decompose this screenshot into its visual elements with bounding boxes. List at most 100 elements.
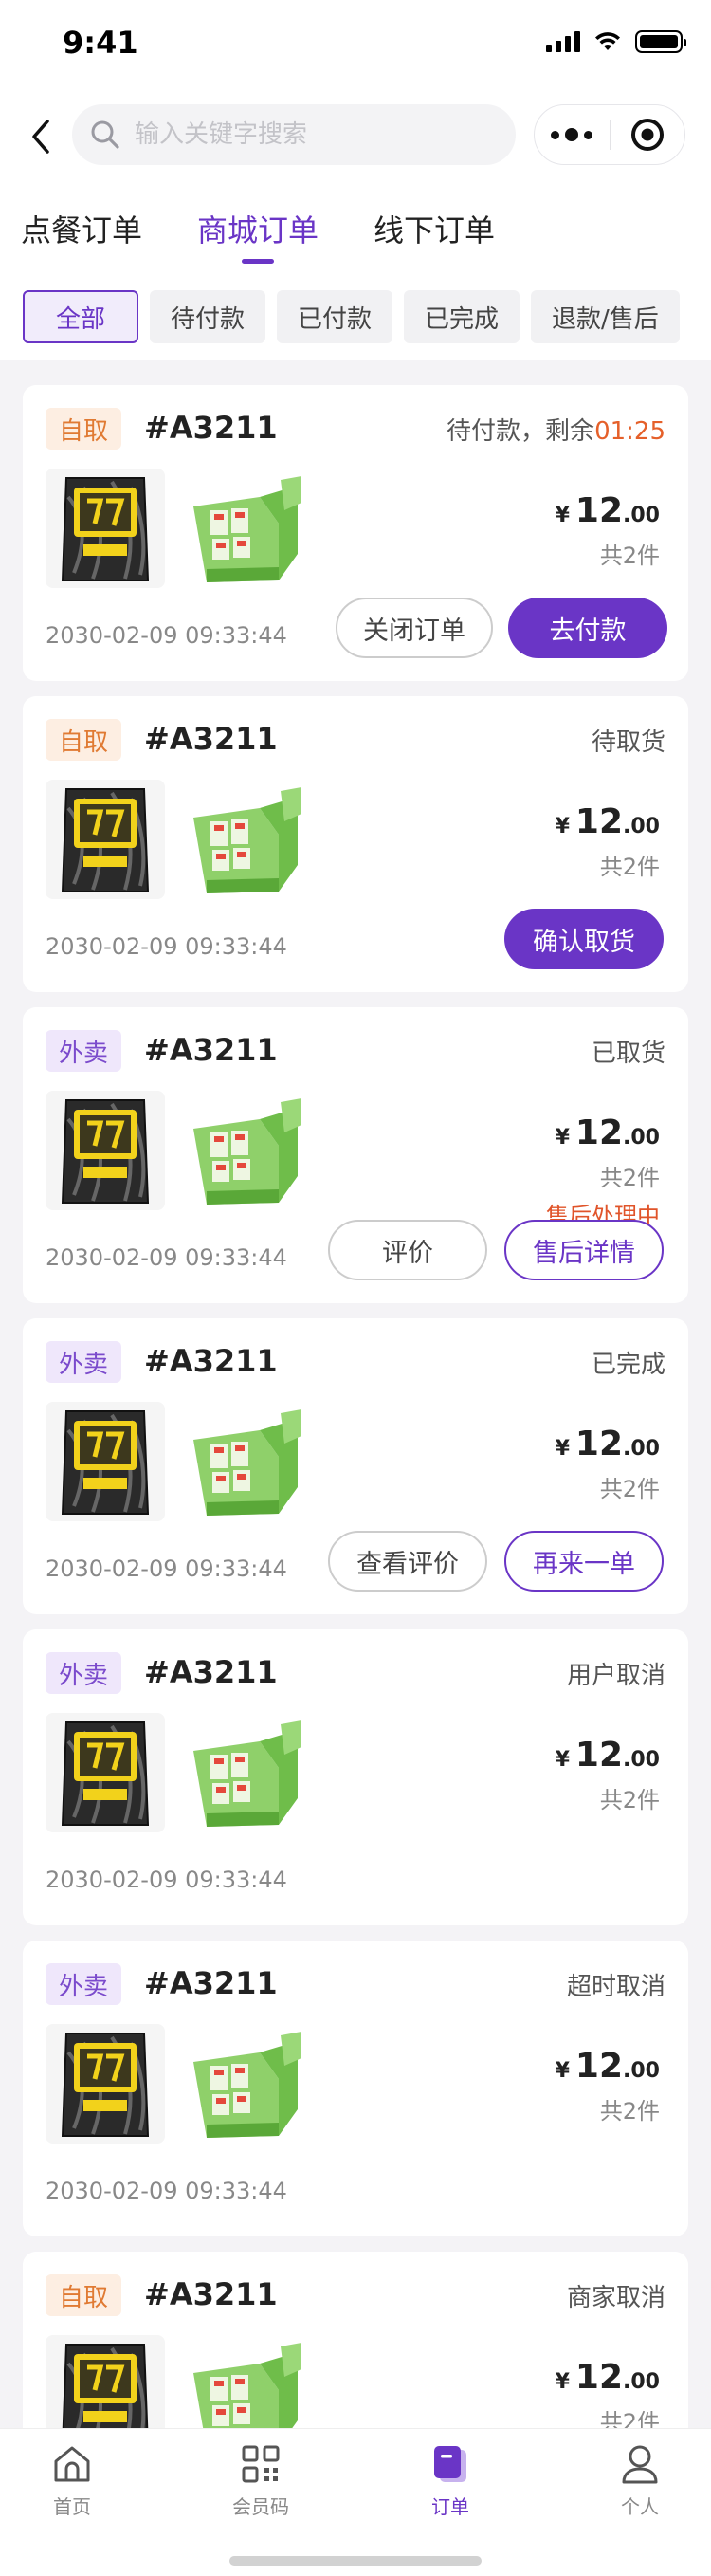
price-decimal: .00	[623, 815, 660, 838]
dot-icon	[551, 130, 560, 139]
price-integer: 12	[574, 2358, 624, 2397]
order-status: 超时取消	[567, 1967, 665, 2002]
user-icon	[622, 2445, 658, 2484]
back-button[interactable]	[25, 118, 59, 156]
price-integer: 12	[574, 802, 624, 841]
order-price: ¥12.00	[556, 1736, 660, 1775]
product-image-box[interactable]	[186, 1091, 305, 1210]
order-card[interactable]: 自取 #A3211 待取货 ¥12.00 共2件 2030-02-09 09:33:44 确…	[23, 696, 688, 992]
item-count: 共2件	[599, 543, 660, 569]
item-count: 共2件	[599, 1787, 660, 1813]
currency-symbol: ¥	[555, 2059, 570, 2083]
order-price: ¥12.00	[556, 2047, 660, 2086]
filter-all[interactable]: 全部	[23, 290, 138, 343]
signal-icon	[546, 31, 580, 52]
order-status: 待付款，剩余01:25	[447, 412, 665, 447]
tabbar-label: 个人	[621, 2495, 659, 2518]
order-card[interactable]: 自取 #A3211 待付款，剩余01:25 ¥12.00 共2件 2030-02-09 0…	[23, 385, 688, 681]
item-count: 共2件	[599, 1476, 660, 1502]
order-number: #A3211	[144, 410, 278, 446]
status-bar: 9:41	[0, 0, 711, 85]
aftersale-detail-button[interactable]: 售后详情	[504, 1220, 664, 1280]
product-thumbnails	[46, 2024, 305, 2144]
search-bar[interactable]	[72, 104, 516, 165]
product-thumbnails	[46, 469, 305, 588]
product-image-box[interactable]	[186, 1713, 305, 1832]
price-integer: 12	[574, 1736, 624, 1775]
tabbar-home[interactable]: 首页	[15, 2442, 129, 2519]
price-decimal: .00	[623, 1748, 660, 1772]
close-miniprogram-button[interactable]	[611, 104, 685, 165]
chevron-left-icon	[32, 120, 49, 154]
product-image-seeds[interactable]	[46, 1402, 165, 1521]
tab-dining-orders[interactable]: 点餐订单	[21, 207, 142, 264]
product-image-seeds[interactable]	[46, 2024, 165, 2144]
item-count: 共2件	[599, 1165, 660, 1191]
tab-mall-orders[interactable]: 商城订单	[197, 207, 319, 264]
pay-now-button[interactable]: 去付款	[508, 598, 667, 658]
order-type-badge: 自取	[46, 408, 122, 450]
view-review-button[interactable]: 查看评价	[328, 1531, 487, 1592]
filter-refund-aftersale[interactable]: 退款/售后	[531, 290, 680, 343]
order-card[interactable]: 外卖 #A3211 用户取消 ¥12.00 共2件 2030-02-09 09:33:44	[23, 1629, 688, 1925]
home-indicator	[229, 2556, 482, 2566]
product-image-seeds[interactable]	[46, 1091, 165, 1210]
qrcode-icon	[242, 2445, 280, 2483]
tabbar-label: 订单	[431, 2495, 469, 2518]
product-image-box[interactable]	[186, 2024, 305, 2144]
product-thumbnails	[46, 780, 305, 899]
order-number: #A3211	[144, 2276, 278, 2312]
order-card[interactable]: 外卖 #A3211 已完成 ¥12.00 共2件 2030-02-09 09:33:44 查…	[23, 1318, 688, 1614]
more-button[interactable]	[535, 104, 610, 165]
tabbar-orders[interactable]: 订单	[393, 2442, 507, 2519]
order-number: #A3211	[144, 1032, 278, 1068]
item-count: 共2件	[599, 2098, 660, 2125]
order-type-badge: 外卖	[46, 1652, 122, 1694]
order-card[interactable]: 外卖 #A3211 超时取消 ¥12.00 共2件 2030-02-09 09:33:44	[23, 1941, 688, 2236]
product-image-seeds[interactable]	[46, 1713, 165, 1832]
currency-symbol: ¥	[555, 2370, 570, 2394]
close-order-button[interactable]: 关闭订单	[336, 598, 493, 658]
reorder-button[interactable]: 再来一单	[504, 1531, 664, 1592]
order-number: #A3211	[144, 1343, 278, 1379]
product-image-seeds[interactable]	[46, 780, 165, 899]
confirm-pickup-button[interactable]: 确认取货	[504, 909, 664, 969]
filter-pending-payment[interactable]: 待付款	[150, 290, 266, 343]
product-thumbnails	[46, 1402, 305, 1521]
order-number: #A3211	[144, 721, 278, 757]
miniprogram-capsule	[534, 104, 685, 165]
order-number: #A3211	[144, 1965, 278, 2001]
price-decimal: .00	[623, 2370, 660, 2394]
order-status: 商家取消	[567, 2278, 665, 2313]
order-status-text: 商家取消	[566, 2284, 665, 2312]
order-date: 2030-02-09 09:33:44	[46, 933, 287, 960]
wifi-icon	[595, 32, 620, 50]
order-date: 2030-02-09 09:33:44	[46, 2178, 287, 2204]
order-date: 2030-02-09 09:33:44	[46, 1867, 287, 1893]
product-image-box[interactable]	[186, 469, 305, 588]
tabbar-label: 首页	[53, 2495, 91, 2518]
search-input[interactable]	[135, 120, 476, 149]
main-tabs: 点餐订单 商城订单 线下订单	[21, 207, 550, 264]
order-date: 2030-02-09 09:33:44	[46, 622, 287, 649]
order-status: 已取货	[592, 1034, 665, 1069]
order-type-badge: 自取	[46, 2274, 122, 2316]
product-image-seeds[interactable]	[46, 469, 165, 588]
filter-completed[interactable]: 已完成	[404, 290, 520, 343]
order-price: ¥12.00	[556, 491, 660, 530]
review-button[interactable]: 评价	[328, 1220, 487, 1280]
price-decimal: .00	[623, 2059, 660, 2083]
tabbar-member-code[interactable]: 会员码	[204, 2442, 318, 2519]
order-card[interactable]: 外卖 #A3211 已取货 ¥12.00 共2件 售后处理中 2030-02-09 09:3…	[23, 1007, 688, 1303]
tab-offline-orders[interactable]: 线下订单	[374, 207, 495, 264]
order-status: 用户取消	[567, 1656, 665, 1691]
home-icon	[54, 2446, 90, 2482]
filter-paid[interactable]: 已付款	[277, 290, 393, 343]
price-integer: 12	[574, 2047, 624, 2086]
product-image-box[interactable]	[186, 1402, 305, 1521]
product-image-box[interactable]	[186, 780, 305, 899]
currency-symbol: ¥	[555, 815, 570, 838]
order-status-text: 已取货	[591, 1040, 665, 1068]
currency-symbol: ¥	[555, 504, 570, 527]
tabbar-profile[interactable]: 个人	[583, 2442, 697, 2519]
